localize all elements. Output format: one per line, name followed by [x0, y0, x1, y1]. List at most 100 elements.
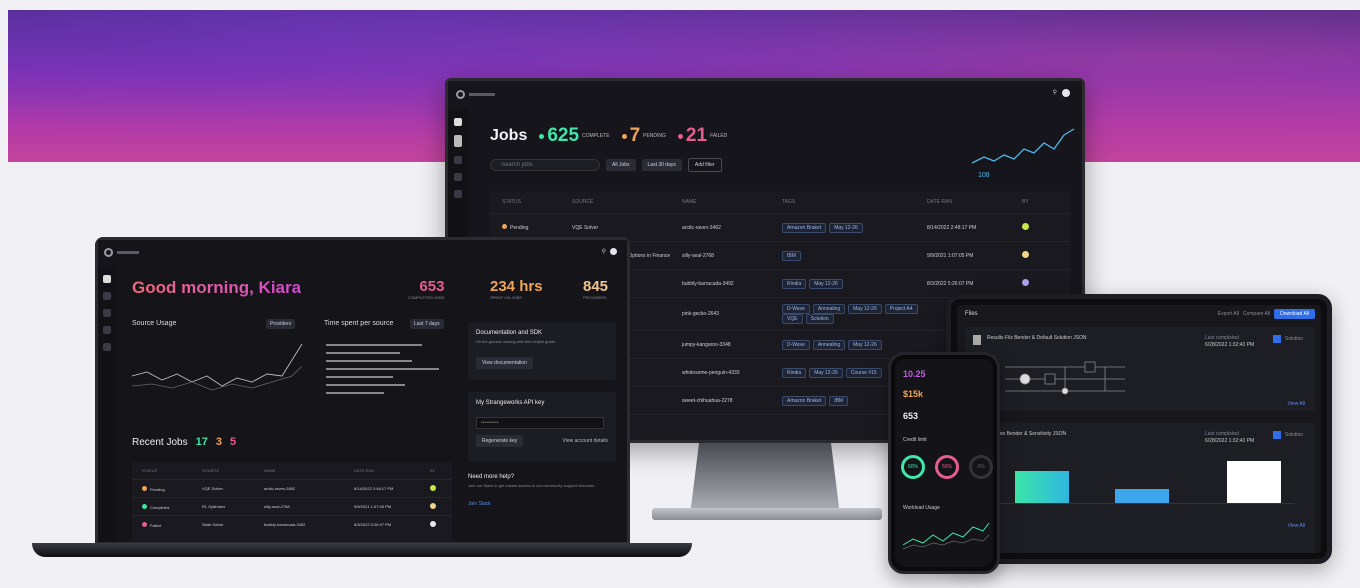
power-icon[interactable] [103, 343, 111, 351]
chart-icon[interactable] [454, 135, 462, 147]
tag-pill[interactable]: Solution [805, 314, 834, 324]
col-source[interactable]: SOURCE [572, 199, 682, 205]
gear-icon[interactable] [103, 309, 111, 317]
time-range-dropdown[interactable]: Last 7 days [410, 319, 444, 329]
tag-pill[interactable]: IBM [782, 250, 801, 261]
col-date[interactable]: DATE RAN [927, 199, 1022, 205]
home-icon[interactable] [103, 275, 111, 283]
tag-pill[interactable]: Amazon Braket [782, 395, 827, 406]
export-all-button[interactable]: Export All [1218, 311, 1239, 317]
tablet-device: Files Export All Compare All Download Al… [946, 294, 1332, 564]
col-by[interactable]: BY [1022, 199, 1052, 205]
page-title: Jobs [490, 127, 528, 144]
name-cell[interactable]: silly-seal-2768 [682, 253, 782, 259]
api-key-input[interactable] [476, 417, 604, 429]
providers-dropdown[interactable]: Providers [266, 319, 296, 329]
grid-icon[interactable] [454, 173, 462, 181]
bar-3 [1227, 461, 1281, 503]
api-key-card: My Strangeworks API key Regenerate key V… [468, 392, 616, 462]
col-tags[interactable]: TAGS [782, 199, 927, 205]
name-cell[interactable]: wholesome-penguin-4333 [682, 370, 782, 376]
grid-icon[interactable] [103, 326, 111, 334]
bar-1 [1015, 471, 1069, 503]
recent-header-row: STATUS SOURCE NAME DATE RAN BY [132, 462, 452, 479]
rcol-by[interactable]: BY [430, 468, 450, 473]
rcol-date[interactable]: DATE RAN [354, 468, 430, 473]
name-cell[interactable]: jumpy-kangaroo-3348 [682, 342, 782, 348]
status-text: Pending [510, 225, 529, 231]
col-status[interactable]: STATUS [502, 199, 572, 205]
add-filter-button[interactable]: Add filter [687, 158, 722, 172]
profile-icon[interactable] [1062, 89, 1070, 97]
view-all-link[interactable]: View All [1288, 401, 1305, 407]
tag-pill[interactable]: D-Wave [782, 339, 810, 350]
laptop-sidebar [98, 266, 116, 542]
gear-icon[interactable] [454, 156, 462, 164]
search-icon[interactable]: ⚲ [602, 248, 606, 255]
download-all-button[interactable]: Download All [1274, 309, 1315, 319]
filter-date-range[interactable]: Last 30 days [641, 159, 682, 171]
tag-pill[interactable]: IBM [829, 395, 849, 406]
file-badge: Solution [1285, 336, 1304, 342]
credit-limit-label: Credit limit [903, 437, 927, 443]
col-name[interactable]: NAME [682, 199, 782, 205]
tag-pill[interactable]: D-Wave [782, 304, 810, 314]
jobs-header: Jobs 625 COMPLETE 7 PENDING 21 FAILED [490, 125, 727, 147]
home-icon[interactable] [454, 118, 462, 126]
profile-icon[interactable] [610, 248, 617, 255]
stat-completed: 653 COMPLETED JOBS [408, 278, 444, 300]
tag-pill[interactable]: Rindia [782, 367, 807, 378]
tag-pill[interactable]: Project A4 [884, 304, 918, 314]
avatar [1022, 251, 1052, 260]
help-text: Join our Slack to get instant access to … [468, 483, 596, 488]
search-input[interactable] [490, 159, 600, 171]
name-cell[interactable]: sweet-chihuahua-2278 [682, 398, 782, 404]
search-icon[interactable]: ⚲ [1053, 89, 1057, 97]
compare-all-button[interactable]: Compare All [1243, 311, 1270, 317]
name-cell[interactable]: pink-gecko-2643 [682, 311, 782, 317]
regenerate-key-button[interactable]: Regenerate key [476, 435, 524, 447]
tag-pill[interactable]: VQE [782, 314, 803, 324]
recent-row[interactable]: Pending VQE Solver arctic-raven-3462 8/14/2… [132, 479, 452, 497]
recent-row[interactable]: Completed RL Optimizer silly-seal-2768 9/9/… [132, 497, 452, 515]
tag-pill[interactable]: Amazon Braket [782, 222, 827, 233]
source-cell: VQE Solver [202, 486, 223, 491]
phone-value-1: 10.25 [903, 369, 926, 379]
file-card-2[interactable]: Filz Two Bender & Sensitivity JSON Last … [965, 423, 1315, 553]
tag-pill[interactable]: May 12-26 [809, 367, 843, 378]
view-account-link[interactable]: View account details [563, 438, 609, 444]
name-cell[interactable]: bubbly-barracuda-3492 [264, 522, 354, 527]
tag-pill[interactable]: Annealing [812, 339, 846, 350]
recent-row[interactable]: Failed Slate Solver bubbly-barracuda-3492 8… [132, 515, 452, 533]
tags-cell: D-Wave Annealing May 12-26 Project A4 VQE Sol… [782, 304, 927, 324]
view-all-link-2[interactable]: View All [1288, 523, 1305, 529]
rcol-name[interactable]: NAME [264, 468, 354, 473]
chart-icon[interactable] [103, 292, 111, 300]
filter-all-jobs[interactable]: All Jobs [606, 159, 636, 171]
file-card-1[interactable]: Results Filz Bender & Default Solution J… [965, 327, 1315, 411]
avatar [430, 521, 450, 528]
tag-pill[interactable]: May 12-26 [848, 339, 882, 350]
tag-pill[interactable]: May 12-26 [848, 304, 882, 314]
name-cell[interactable]: arctic-raven-3462 [264, 486, 354, 491]
view-documentation-button[interactable]: View documentation [476, 357, 533, 369]
tag-pill[interactable]: Rindia [782, 278, 807, 289]
name-cell[interactable]: arctic-raven-3462 [682, 225, 782, 231]
stat-value: 845 [583, 278, 609, 295]
tag-pill[interactable]: Course #15 [845, 367, 882, 378]
name-cell[interactable]: bubbly-barracuda-3492 [682, 281, 782, 287]
chart-baseline [995, 503, 1295, 504]
doc-title: Documentation and SDK [476, 330, 543, 336]
rcol-source[interactable]: SOURCE [202, 468, 264, 473]
name-cell[interactable]: silly-seal-2768 [264, 504, 354, 509]
tag-pill[interactable]: Annealing [812, 304, 846, 314]
gauge-1: 60% [901, 455, 925, 479]
status-text: Pending [150, 486, 165, 492]
tag-pill[interactable]: May 12-26 [809, 278, 843, 289]
power-icon[interactable] [454, 190, 462, 198]
rcol-status[interactable]: STATUS [142, 468, 202, 473]
recent-pending-count: 3 [215, 436, 222, 448]
tag-pill[interactable]: May 12-26 [829, 222, 863, 233]
join-slack-link[interactable]: Join Slack [468, 501, 491, 507]
time-spent-title: Time spent per source [324, 320, 394, 327]
